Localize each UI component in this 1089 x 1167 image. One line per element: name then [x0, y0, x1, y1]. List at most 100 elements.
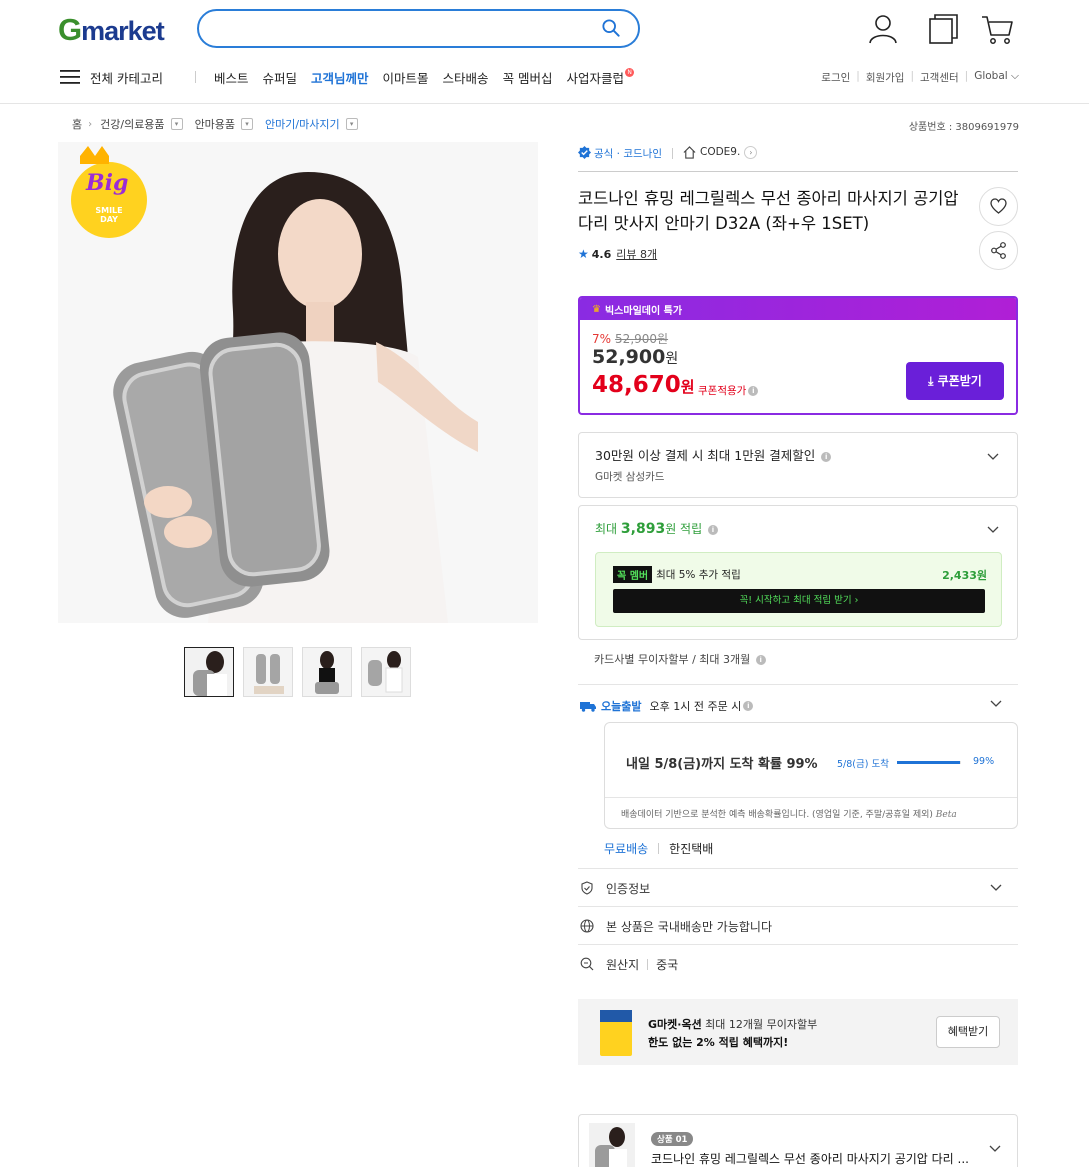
heart-icon — [990, 198, 1007, 214]
share-button[interactable] — [979, 231, 1018, 270]
thumbnail-list — [184, 647, 420, 697]
membership-label: 꼭 멤버 최대 5% 추가 적립 — [613, 566, 741, 583]
magnifier-icon — [580, 957, 594, 971]
membership-badge: 꼭 멤버 — [613, 566, 653, 583]
breadcrumb-home[interactable]: 홈 — [72, 116, 82, 132]
hamburger-menu-icon[interactable] — [60, 69, 80, 85]
chevron-down-icon[interactable] — [990, 884, 1002, 892]
nav-business-club[interactable]: 사업자클럽 N — [567, 67, 635, 87]
user-icon[interactable] — [866, 12, 900, 46]
deal-banner: ♛ 빅스마일데이 특가 — [580, 298, 1016, 320]
arrival-text: 내일 5/8(금)까지 도착 확률 99% — [626, 757, 818, 772]
chevron-down-icon[interactable] — [990, 700, 1002, 708]
info-icon[interactable]: i — [707, 524, 718, 535]
chevron-down-icon[interactable]: ▾ — [241, 118, 254, 130]
big-smile-day-badge-text: SMILE DAY — [95, 206, 123, 224]
info-icon[interactable]: i — [755, 655, 766, 665]
main-product-image[interactable]: Big SMILE DAY — [58, 142, 538, 623]
option-thumbnail — [589, 1123, 635, 1167]
get-coupon-button[interactable]: ⤓ 쿠폰받기 — [906, 362, 1004, 400]
domestic-shipping-row: 본 상품은 국내배송만 가능합니다 — [578, 907, 1018, 945]
search-input[interactable] — [197, 9, 640, 48]
crown-icon: ♛ — [592, 303, 601, 315]
breadcrumb: 홈 › 건강/의료용품 ▾ 안마용품 ▾ 안마기/마사지기 ▾ — [72, 116, 370, 132]
chevron-down-icon[interactable] — [987, 526, 999, 534]
customer-center-link[interactable]: 고객센터 — [920, 70, 959, 85]
globe-icon — [580, 919, 594, 933]
info-icon[interactable]: i — [821, 451, 832, 462]
option-name: 코드나인 휴밍 레그릴렉스 무선 종아리 마사지기 공기압 다리 ... — [651, 1152, 969, 1166]
chevron-right-icon[interactable]: › — [744, 146, 758, 159]
nav-superdeal[interactable]: 슈퍼딜 — [263, 68, 298, 87]
official-badge-icon — [578, 146, 591, 159]
benefit-line-1: G마켓·옥션 최대 12개월 무이자할부 — [648, 1018, 818, 1031]
option-tag: 상품 01 — [651, 1132, 694, 1146]
card-discount-box[interactable]: 30만원 이상 결제 시 최대 1만원 결제할인 i G마켓 삼성카드 — [578, 432, 1018, 498]
chevron-down-icon[interactable] — [989, 1145, 1001, 1153]
login-link[interactable]: 로그인 — [821, 70, 850, 85]
nav-membership[interactable]: 꼭 멤버십 — [503, 68, 553, 87]
shipping-method: 무료배송 한진택배 — [604, 840, 713, 857]
arrival-bar-label: 5/8(금) 도착 — [837, 759, 889, 770]
rating-score: 4.6 — [591, 247, 612, 261]
chevron-down-icon[interactable] — [987, 453, 999, 461]
truck-icon — [580, 702, 596, 712]
thumbnail-2[interactable] — [243, 647, 293, 697]
courier-name: 한진택배 — [669, 842, 714, 856]
selected-option[interactable]: 상품 01 코드나인 휴밍 레그릴렉스 무선 종아리 마사지기 공기압 다리 .… — [578, 1114, 1018, 1167]
recent-items-icon[interactable] — [926, 12, 960, 46]
gmarket-logo[interactable]: Gmarket — [58, 12, 165, 48]
chevron-down-icon[interactable]: ▾ — [345, 118, 358, 130]
breadcrumb-massager[interactable]: 안마기/마사지기 — [265, 116, 340, 132]
wishlist-button[interactable] — [979, 187, 1018, 226]
product-title: 코드나인 휴밍 레그릴렉스 무선 종아리 마사지기 공기압 다리 맛사지 안마기… — [578, 189, 959, 233]
nav-for-you[interactable]: 고객님께만 — [311, 68, 369, 87]
info-icon[interactable]: i — [748, 386, 759, 396]
all-categories-link[interactable]: 전체 카테고리 — [90, 68, 163, 87]
membership-amount: 2,433원 — [942, 569, 987, 582]
signup-link[interactable]: 회원가입 — [866, 70, 905, 85]
shield-icon — [581, 881, 593, 895]
membership-cta-button[interactable]: 꼭! 시작하고 최대 적립 받기 › — [613, 589, 985, 613]
shipping-cutoff: 오후 1시 전 주문 시 — [649, 700, 742, 713]
info-icon[interactable]: i — [743, 701, 754, 711]
sale-price: 52,900원 — [592, 346, 679, 368]
cart-icon[interactable] — [980, 12, 1014, 46]
arrival-progress-bar — [897, 761, 961, 764]
official-shop-label[interactable]: 공식 · 코드나인 — [594, 146, 662, 161]
thumbnail-3[interactable] — [302, 647, 352, 697]
rating: ★ 4.6 리뷰 8개 — [578, 246, 657, 262]
big-smile-day-badge: Big — [86, 170, 129, 196]
deal-price-box: ♛ 빅스마일데이 특가 7% 52,900원 52,900원 48,670원 쿠폰적… — [578, 296, 1018, 415]
store-name[interactable]: CODE9. — [700, 146, 740, 158]
breadcrumb-health[interactable]: 건강/의료용품 — [100, 116, 164, 132]
credit-card-icon — [600, 1010, 632, 1056]
origin-row: 원산지 중국 — [578, 945, 1018, 983]
arrival-prediction-box: 내일 5/8(금)까지 도착 확률 99% 5/8(금) 도착 99% 배송데이… — [604, 722, 1018, 829]
arrival-progress-fill — [897, 761, 961, 764]
arrival-percent: 99% — [973, 756, 995, 767]
thumbnail-4[interactable] — [361, 647, 411, 697]
discount-rate: 7% 52,900원 — [592, 332, 669, 346]
nav-star-delivery[interactable]: 스타배송 — [443, 68, 489, 87]
search-icon[interactable] — [602, 19, 620, 37]
get-benefit-button[interactable]: 혜택받기 — [936, 1016, 1000, 1048]
header: Gmarket 전체 카테고리 베스트 슈퍼딜 고객님께만 이마트몰 스타배송 … — [0, 0, 1089, 104]
thumbnail-1[interactable] — [184, 647, 234, 697]
nav-emart[interactable]: 이마트몰 — [383, 68, 429, 87]
breadcrumb-massage[interactable]: 안마용품 — [195, 116, 235, 132]
chevron-down-icon[interactable]: ▾ — [170, 118, 183, 130]
installment-info: 카드사별 무이자할부 / 최대 3개월 i — [594, 651, 766, 667]
coupon-price: 48,670원 — [592, 372, 695, 398]
card-discount-title: 30만원 이상 결제 시 최대 1만원 결제할인 i — [595, 445, 832, 464]
benefit-line-2: 한도 없는 2% 적립 혜택까지! — [648, 1036, 789, 1049]
shop-info: 공식 · 코드나인 CODE9. › — [578, 146, 1018, 172]
points-box: 최대 3,893원 적립 i 꼭 멤버 최대 5% 추가 적립 2,433원 꼭!… — [578, 505, 1018, 640]
review-link[interactable]: 리뷰 8개 — [616, 246, 657, 262]
global-link[interactable]: Global ⌵ — [974, 70, 1019, 85]
nav-best[interactable]: 베스트 — [214, 68, 249, 87]
certification-row[interactable]: 인증정보 — [578, 869, 1018, 907]
home-icon — [683, 146, 696, 159]
arrival-note: 배송데이터 기반으로 분석한 예측 배송확률입니다. (영업일 기준, 주말/공… — [621, 810, 957, 820]
star-icon: ★ — [578, 247, 589, 261]
